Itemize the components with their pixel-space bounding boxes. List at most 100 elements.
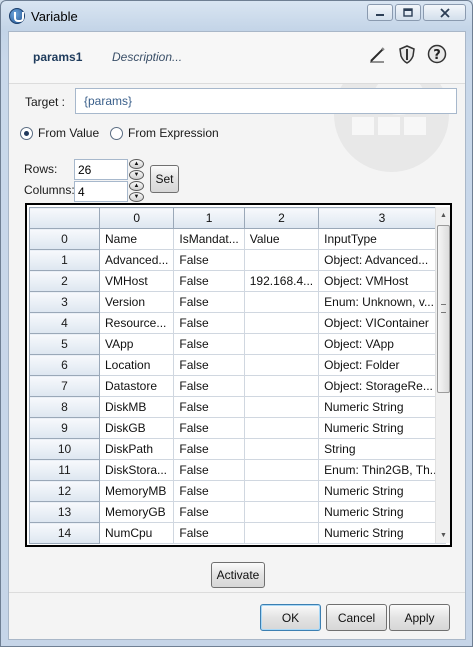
row-header[interactable]: 9 (29, 417, 100, 439)
grid-cell[interactable]: Object: VApp (318, 333, 446, 355)
edit-pencil-icon[interactable] (365, 42, 389, 66)
grid-cell[interactable]: False (173, 501, 245, 523)
grid-cell[interactable]: Object: VMHost (318, 270, 446, 292)
grid-cell[interactable]: String (318, 438, 446, 460)
grid-cell[interactable]: False (173, 480, 245, 502)
columns-input[interactable] (74, 181, 128, 202)
grid-cell[interactable]: Object: Folder (318, 354, 446, 376)
grid-cell[interactable]: DiskPath (98, 438, 175, 460)
activate-button[interactable]: Activate (211, 562, 265, 588)
grid-cell[interactable]: Advanced... (98, 249, 175, 271)
title-bar[interactable]: Variable (1, 1, 472, 31)
row-header[interactable]: 8 (29, 396, 100, 418)
grid-cell[interactable]: False (173, 312, 245, 334)
grid-cell[interactable] (243, 480, 320, 502)
grid-cell[interactable]: Value (243, 228, 320, 250)
grid-cell[interactable]: Object: Advanced... (318, 249, 446, 271)
grid-cell[interactable] (243, 396, 320, 418)
grid-cell[interactable] (243, 291, 320, 313)
grid-cell[interactable]: Name (98, 228, 175, 250)
grid-cell[interactable]: InputType (318, 228, 446, 250)
grid-cell[interactable]: False (173, 333, 245, 355)
grid-vertical-scrollbar[interactable]: ▲ ▼ (435, 207, 450, 543)
grid-cell[interactable]: IsMandat... (173, 228, 245, 250)
row-header[interactable]: 13 (29, 501, 100, 523)
grid-cell[interactable]: 192.168.4... (243, 270, 320, 292)
rows-down-icon[interactable]: ▼ (129, 170, 144, 180)
scroll-down-icon[interactable]: ▼ (436, 527, 450, 543)
grid-cell[interactable]: False (173, 438, 245, 460)
columns-down-icon[interactable]: ▼ (129, 192, 144, 202)
grid-cell[interactable]: False (173, 291, 245, 313)
variable-name-tab[interactable]: params1 (33, 50, 82, 64)
grid-cell[interactable]: False (173, 396, 245, 418)
row-header[interactable]: 6 (29, 354, 100, 376)
row-header[interactable]: 7 (29, 375, 100, 397)
apply-button[interactable]: Apply (389, 604, 450, 631)
grid-cell[interactable]: False (173, 270, 245, 292)
grid-cell[interactable]: MemoryGB (98, 501, 175, 523)
grid-cell[interactable]: False (173, 522, 245, 544)
shield-icon[interactable] (395, 42, 419, 66)
grid-cell[interactable]: Object: StorageRe... (318, 375, 446, 397)
grid-cell[interactable]: False (173, 459, 245, 481)
grid-cell[interactable] (243, 333, 320, 355)
grid-cell[interactable] (243, 417, 320, 439)
grid-cell[interactable]: DiskStora... (98, 459, 175, 481)
row-header[interactable]: 4 (29, 312, 100, 334)
grid-cell[interactable] (243, 249, 320, 271)
grid-cell[interactable]: DiskGB (98, 417, 175, 439)
column-header[interactable]: 3 (318, 207, 446, 229)
grid-cell[interactable]: NumCpu (98, 522, 175, 544)
target-input[interactable] (75, 88, 457, 114)
row-header[interactable]: 14 (29, 522, 100, 544)
minimize-icon[interactable] (367, 4, 393, 21)
grid-cell[interactable]: VMHost (98, 270, 175, 292)
column-header[interactable]: 2 (243, 207, 320, 229)
grid-cell[interactable]: Numeric String (318, 417, 446, 439)
grid-corner-header[interactable] (29, 207, 100, 229)
rows-input[interactable] (74, 159, 128, 180)
help-icon[interactable]: ? (425, 42, 449, 66)
grid-cell[interactable] (243, 312, 320, 334)
row-header[interactable]: 2 (29, 270, 100, 292)
scroll-thumb[interactable] (437, 225, 450, 393)
row-header[interactable]: 0 (29, 228, 100, 250)
grid-cell[interactable]: Enum: Unknown, v... (318, 291, 446, 313)
grid-cell[interactable]: Resource... (98, 312, 175, 334)
grid-cell[interactable]: Numeric String (318, 480, 446, 502)
column-header[interactable]: 0 (98, 207, 175, 229)
grid-cell[interactable]: MemoryMB (98, 480, 175, 502)
description-tab[interactable]: Description... (112, 50, 182, 64)
grid-cell[interactable]: Datastore (98, 375, 175, 397)
grid-cell[interactable] (243, 375, 320, 397)
grid-cell[interactable] (243, 459, 320, 481)
from-value-radio[interactable]: From Value (20, 126, 99, 140)
grid-cell[interactable]: DiskMB (98, 396, 175, 418)
grid-cell[interactable]: Location (98, 354, 175, 376)
grid-cell[interactable]: False (173, 375, 245, 397)
columns-up-icon[interactable]: ▲ (129, 181, 144, 191)
grid-cell[interactable] (243, 522, 320, 544)
column-header[interactable]: 1 (173, 207, 245, 229)
grid-cell[interactable]: VApp (98, 333, 175, 355)
rows-up-icon[interactable]: ▲ (129, 159, 144, 169)
grid-cell[interactable] (243, 354, 320, 376)
scroll-up-icon[interactable]: ▲ (436, 207, 450, 223)
grid-cell[interactable] (243, 438, 320, 460)
row-header[interactable]: 3 (29, 291, 100, 313)
ok-button[interactable]: OK (260, 604, 321, 631)
row-header[interactable]: 11 (29, 459, 100, 481)
cancel-button[interactable]: Cancel (326, 604, 387, 631)
row-header[interactable]: 1 (29, 249, 100, 271)
maximize-icon[interactable] (395, 4, 421, 21)
close-icon[interactable] (423, 4, 466, 21)
row-header[interactable]: 10 (29, 438, 100, 460)
grid-cell[interactable]: Numeric String (318, 396, 446, 418)
grid-cell[interactable]: False (173, 354, 245, 376)
from-expression-radio[interactable]: From Expression (110, 126, 219, 140)
set-button[interactable]: Set (150, 165, 179, 193)
grid-cell[interactable]: Numeric String (318, 522, 446, 544)
grid-cell[interactable]: Enum: Thin2GB, Th... (318, 459, 446, 481)
grid-cell[interactable] (243, 501, 320, 523)
